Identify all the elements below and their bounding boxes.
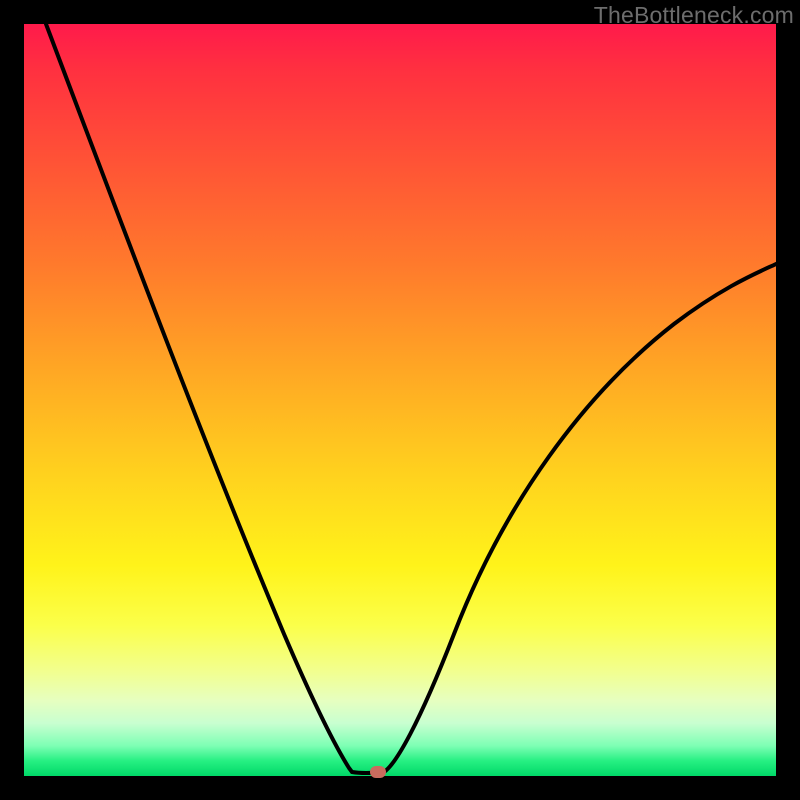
outer-frame: TheBottleneck.com xyxy=(0,0,800,800)
curve-layer xyxy=(24,24,776,776)
bottleneck-curve xyxy=(46,24,776,773)
optimal-point-marker xyxy=(370,766,386,778)
bottleneck-chart xyxy=(24,24,776,776)
